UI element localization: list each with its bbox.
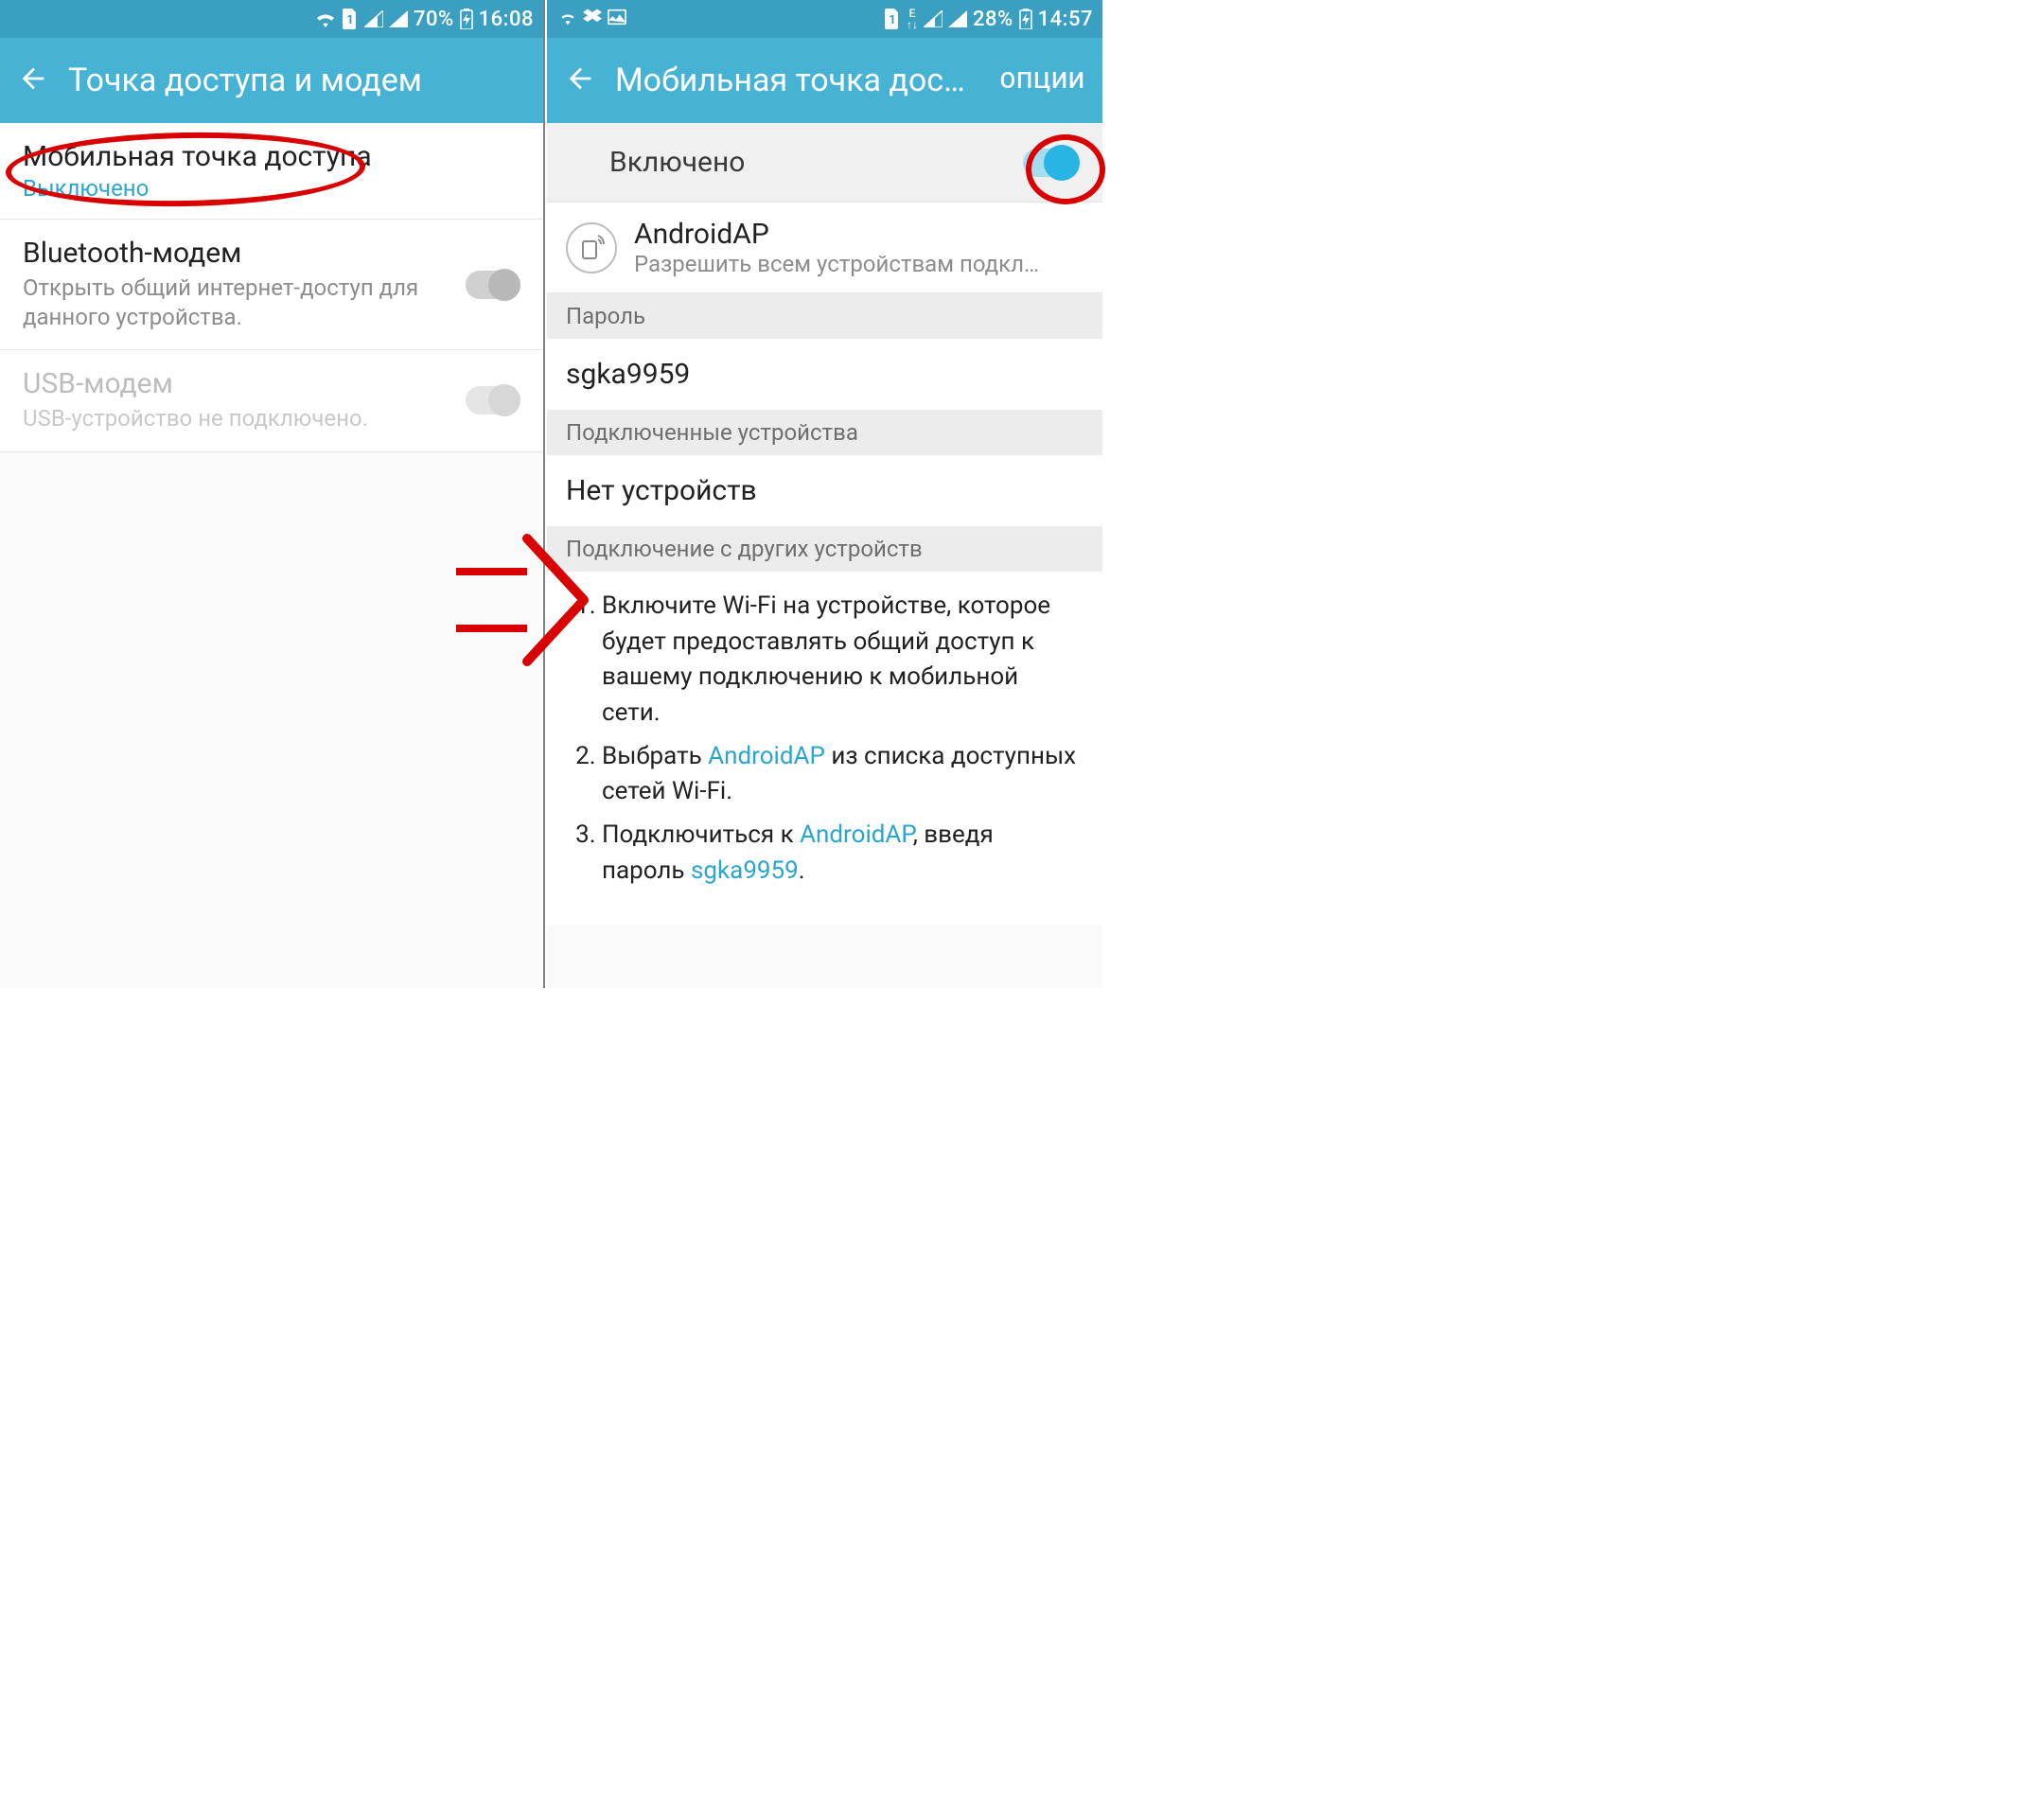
battery-charging-icon (460, 9, 473, 29)
ap-info-row[interactable]: AndroidAP Разрешить всем устройствам под… (547, 203, 1102, 293)
ssid-link: AndroidAP (800, 820, 913, 849)
svg-text:1: 1 (889, 13, 895, 27)
status-bar: 1 70% 16:08 (0, 0, 543, 38)
screen-tethering: 1 70% 16:08 Точка доступа и модем Мобиль… (0, 0, 545, 988)
battery-percent: 70% (414, 8, 454, 31)
signal2-icon (948, 10, 967, 27)
section-connected-header: Подключенные устройства (547, 410, 1102, 455)
item-status: Выключено (23, 175, 511, 202)
item-title: Bluetooth-модем (23, 237, 456, 270)
back-arrow-icon[interactable] (564, 62, 596, 98)
hotspot-icon (558, 8, 577, 30)
svg-text:1: 1 (346, 13, 353, 27)
toggle-bluetooth[interactable] (466, 271, 520, 299)
toggle-hotspot[interactable] (1023, 149, 1078, 177)
signal-icon (924, 10, 943, 27)
item-desc: Открыть общий интернет-доступ для данног… (23, 273, 456, 332)
signal-icon (364, 10, 383, 27)
item-mobile-hotspot[interactable]: Мобильная точка доступа Выключено (0, 123, 543, 220)
ap-ssid: AndroidAP (634, 218, 1050, 251)
toggle-usb (466, 386, 520, 415)
ssid-link: AndroidAP (708, 742, 825, 770)
status-bar: 1 E↑↓ 28% 14:57 (547, 0, 1102, 38)
hotspot-master-toggle-row[interactable]: Включено (547, 123, 1102, 203)
sim-icon: 1 (884, 9, 901, 29)
password-value[interactable]: sgka9959 (547, 339, 1102, 410)
item-bluetooth-tethering[interactable]: Bluetooth-модем Открыть общий интернет-д… (0, 220, 543, 350)
image-icon (608, 8, 626, 30)
page-title: Мобильная точка дост… (615, 62, 972, 99)
options-button[interactable]: ОПЦИИ (991, 67, 1085, 94)
sim-icon: 1 (342, 9, 359, 29)
battery-percent: 28% (973, 8, 1013, 31)
clock: 16:08 (479, 8, 534, 31)
app-bar: Мобильная точка дост… ОПЦИИ (547, 38, 1102, 123)
wifi-icon (315, 10, 336, 27)
enabled-label: Включено (572, 146, 1023, 179)
page-title: Точка доступа и модем (68, 62, 526, 99)
item-title: USB-модем (23, 367, 456, 400)
signal2-icon (389, 10, 408, 27)
instruction-step: Включите Wi-Fi на устройстве, которое бу… (602, 589, 1082, 732)
instruction-step: Выбрать AndroidAP из списка доступных се… (602, 739, 1082, 810)
back-arrow-icon[interactable] (17, 62, 49, 98)
section-howto-header: Подключение с других устройств (547, 526, 1102, 572)
ap-desc: Разрешить всем устройствам подключ… (634, 251, 1050, 277)
instruction-step: Подключиться к AndroidAP, введя пароль s… (602, 818, 1082, 889)
dropbox-icon (583, 8, 602, 30)
password-link: sgka9959 (691, 856, 799, 885)
app-bar: Точка доступа и модем (0, 38, 543, 123)
connection-instructions: Включите Wi-Fi на устройстве, которое бу… (547, 572, 1102, 926)
section-password-header: Пароль (547, 293, 1102, 339)
connected-devices-value: Нет устройств (547, 455, 1102, 526)
screen-mobile-hotspot: 1 E↑↓ 28% 14:57 Мобильная точка дост… ОП… (547, 0, 1102, 988)
device-hotspot-icon (566, 222, 617, 273)
battery-charging-icon (1019, 9, 1032, 29)
item-title: Мобильная точка доступа (23, 140, 511, 173)
item-desc: USB-устройство не подключено. (23, 404, 456, 433)
clock: 14:57 (1038, 8, 1093, 31)
item-usb-tethering: USB-модем USB-устройство не подключено. (0, 350, 543, 451)
edge-icon: E↑↓ (907, 8, 918, 30)
